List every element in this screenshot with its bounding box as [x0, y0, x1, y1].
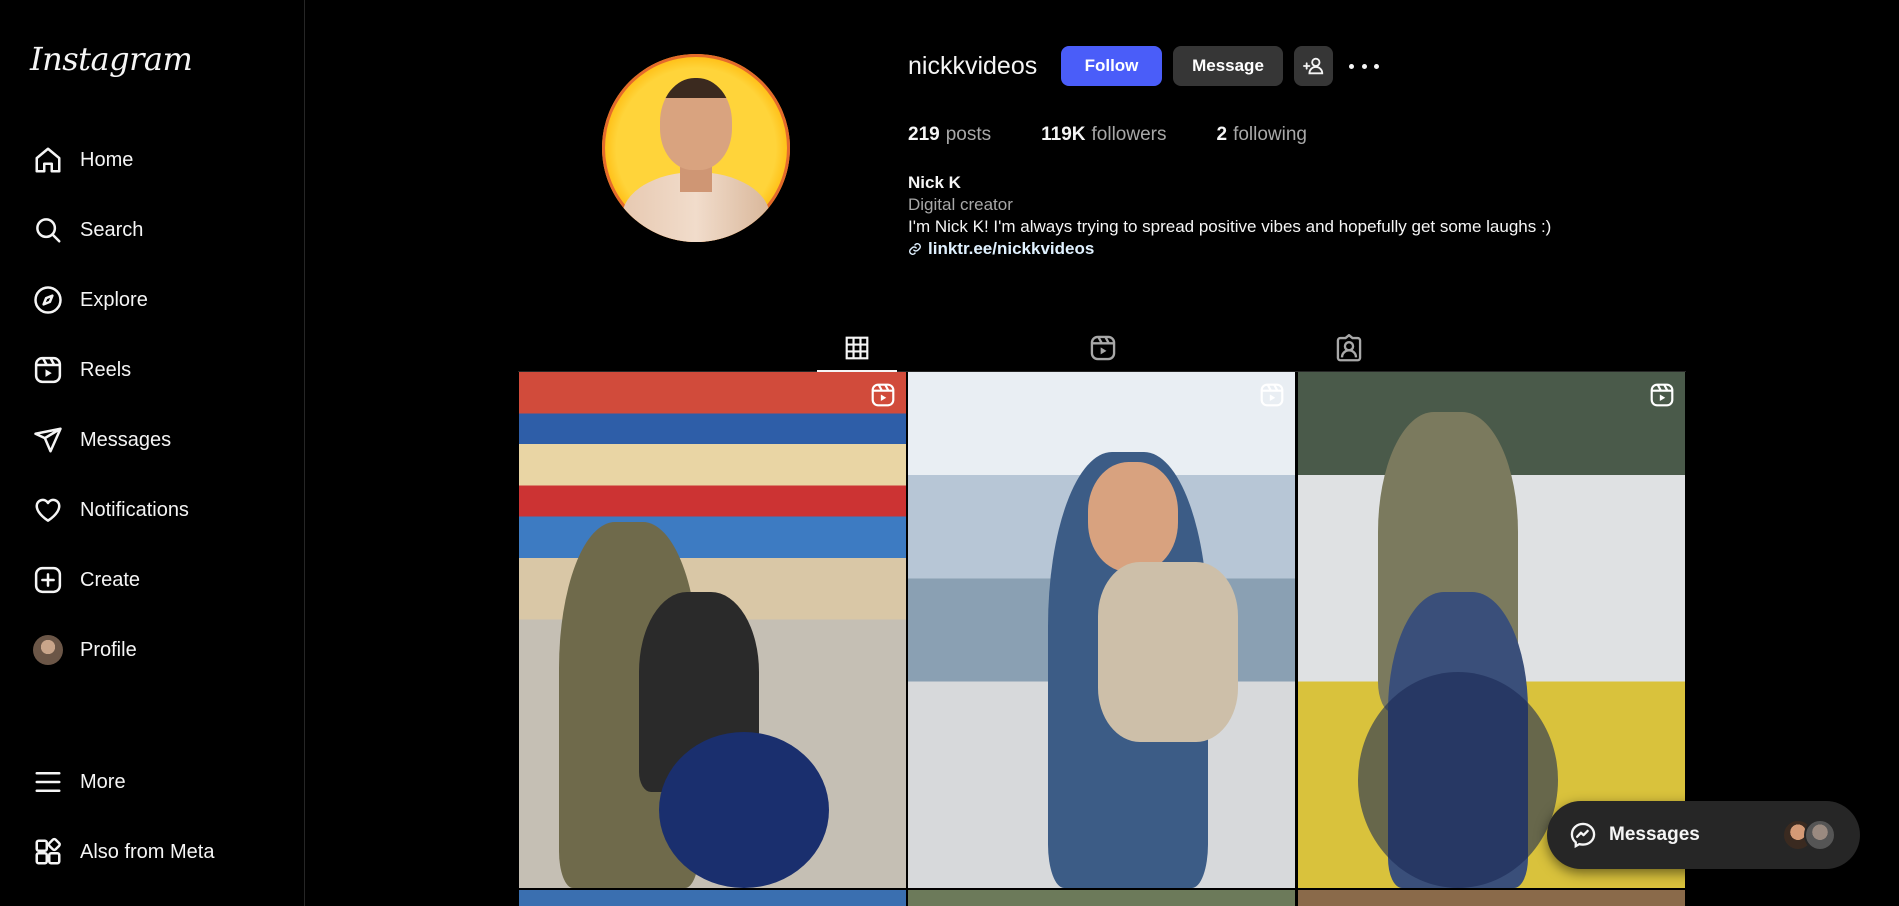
- tab-reels[interactable]: [1063, 326, 1143, 370]
- sidebar-item-label: Explore: [80, 288, 148, 311]
- sidebar-item-label: Notifications: [80, 498, 189, 521]
- sidebar: Instagram Home Search Explore Reels Mess…: [0, 0, 305, 906]
- apps-grid-icon: [26, 830, 70, 874]
- sidebar-item-more[interactable]: More: [18, 754, 288, 810]
- grid-icon: [845, 336, 869, 360]
- profile-stats: 219 posts 119K followers 2 following: [908, 124, 1307, 146]
- sidebar-item-label: Search: [80, 218, 144, 241]
- send-icon: [26, 418, 70, 462]
- posts-count: 219 posts: [908, 124, 991, 146]
- dot: [1349, 63, 1354, 69]
- profile-picture-head: [660, 78, 732, 170]
- add-user-icon: [1302, 57, 1323, 75]
- profile-category: Digital creator: [908, 195, 1013, 214]
- profile-picture[interactable]: [602, 54, 790, 242]
- post-figure: [659, 732, 829, 888]
- message-button[interactable]: Message: [1173, 46, 1283, 86]
- options-button[interactable]: [1349, 52, 1379, 80]
- post-thumbnail[interactable]: [519, 890, 906, 906]
- compass-icon: [26, 278, 70, 322]
- heart-icon: [26, 488, 70, 532]
- sidebar-item-label: Create: [80, 568, 141, 591]
- avatar: [1804, 819, 1836, 851]
- reels-icon: [1090, 335, 1116, 361]
- posts-label: posts: [945, 124, 992, 145]
- sidebar-item-label: Messages: [80, 428, 172, 451]
- reel-badge-icon: [1259, 382, 1285, 413]
- posts-count-value: 219: [908, 124, 940, 145]
- post-thumbnail[interactable]: [908, 890, 1295, 906]
- home-icon: [26, 138, 70, 182]
- avatar-wrapper: [26, 628, 70, 672]
- messenger-icon: [1569, 821, 1597, 849]
- sidebar-item-notifications[interactable]: Notifications: [18, 482, 288, 538]
- messages-drawer-label: Messages: [1609, 824, 1700, 845]
- following-label: following: [1233, 124, 1307, 145]
- tab-tagged[interactable]: [1309, 326, 1389, 370]
- profile-bio-text: I'm Nick K! I'm always trying to spread …: [908, 217, 1552, 236]
- suggested-users-button[interactable]: [1294, 46, 1333, 86]
- profile-link[interactable]: linktr.ee/nickkvideos: [908, 238, 1551, 260]
- followers-count[interactable]: 119K followers: [1041, 124, 1166, 146]
- sidebar-item-label: Reels: [80, 358, 132, 381]
- post-figure: [1358, 672, 1558, 888]
- post-thumbnail[interactable]: [908, 372, 1295, 888]
- profile-username: nickkvideos: [908, 52, 1038, 80]
- post-figure: [1098, 562, 1238, 742]
- dot: [1361, 63, 1367, 69]
- profile-name: Nick K: [908, 173, 961, 192]
- sidebar-item-explore[interactable]: Explore: [18, 272, 288, 328]
- link-icon: [909, 243, 921, 255]
- sidebar-item-messages[interactable]: Messages: [18, 412, 288, 468]
- following-count[interactable]: 2 following: [1216, 124, 1307, 146]
- sidebar-item-profile[interactable]: Profile: [18, 622, 288, 678]
- post-thumbnail[interactable]: [519, 372, 906, 888]
- sidebar-item-search[interactable]: Search: [18, 202, 288, 258]
- sidebar-item-reels[interactable]: Reels: [18, 342, 288, 398]
- tab-posts[interactable]: [817, 326, 897, 372]
- reel-badge-icon: [870, 382, 896, 413]
- sidebar-item-label: Home: [80, 148, 134, 171]
- post-figure: [1088, 462, 1178, 572]
- plus-square-icon: [26, 558, 70, 602]
- reel-badge-icon: [1649, 382, 1675, 413]
- follow-button[interactable]: Follow: [1061, 46, 1162, 86]
- sidebar-item-label: Also from Meta: [80, 840, 215, 863]
- sidebar-item-create[interactable]: Create: [18, 552, 288, 608]
- sidebar-item-label: More: [80, 770, 126, 793]
- messages-drawer-button[interactable]: Messages: [1547, 801, 1860, 869]
- instagram-logo[interactable]: Instagram: [30, 40, 193, 78]
- dot: [1374, 63, 1379, 69]
- sidebar-item-home[interactable]: Home: [18, 132, 288, 188]
- tagged-icon: [1336, 334, 1362, 362]
- reels-icon: [26, 348, 70, 392]
- avatar: [33, 635, 63, 665]
- profile-link-text: linktr.ee/nickkvideos: [928, 239, 1095, 258]
- profile-bio: Nick K Digital creator I'm Nick K! I'm a…: [908, 172, 1551, 260]
- search-icon: [26, 208, 70, 252]
- followers-count-value: 119K: [1041, 124, 1086, 145]
- sidebar-item-also-from-meta[interactable]: Also from Meta: [18, 824, 288, 880]
- followers-label: followers: [1091, 124, 1167, 145]
- post-thumbnail[interactable]: [1298, 890, 1685, 906]
- menu-icon: [26, 760, 70, 804]
- following-count-value: 2: [1216, 124, 1228, 145]
- sidebar-item-label: Profile: [80, 638, 137, 661]
